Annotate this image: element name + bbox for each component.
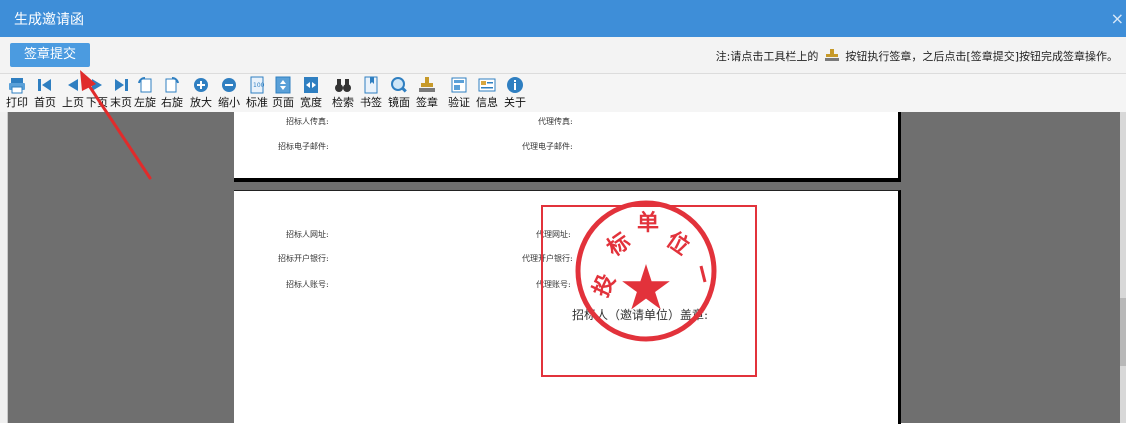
tenderer-bank-label: 招标开户银行:	[278, 254, 329, 263]
toolbar-label: 关于	[504, 96, 526, 109]
toolbar-button-1[interactable]: 首页	[34, 76, 56, 110]
toolbar-label: 检索	[332, 96, 354, 109]
toolbar-button-2[interactable]: 上页	[62, 76, 84, 110]
instruction-notice: 注:请点击工具栏上的 按钮执行签章，之后点击[签章提交]按钮完成签章操作。	[716, 48, 1118, 64]
stamp-icon	[419, 77, 435, 92]
notice-suffix: 按钮执行签章，之后点击[签章提交]按钮完成签章操作。	[845, 50, 1118, 63]
toolbar-button-9[interactable]: 100 标准	[246, 76, 268, 110]
toolbar-label: 缩小	[218, 96, 240, 109]
search-binoculars-icon	[335, 79, 351, 92]
toolbar-button-0[interactable]: 打印	[6, 76, 28, 110]
toolbar-label: 首页	[34, 96, 56, 109]
toolbar-label: 页面	[272, 96, 294, 109]
zoom-in-icon	[194, 78, 208, 92]
toolbar-label: 打印	[6, 96, 28, 109]
toolbar-label: 末页	[110, 96, 132, 109]
tenderer-website-label: 招标人网址:	[286, 230, 329, 239]
toolbar-label: 宽度	[300, 96, 322, 109]
printer-icon	[9, 78, 25, 94]
toolbar-button-16[interactable]: 验证	[448, 76, 470, 110]
rotate-left-icon	[138, 76, 152, 93]
toolbar-label: 镜面	[388, 96, 410, 109]
prev-page-icon	[68, 79, 78, 91]
toolbar-label: 签章	[416, 96, 438, 109]
notice-prefix: 注:请点击工具栏上的	[715, 50, 819, 63]
toolbar-button-18[interactable]: 关于	[504, 76, 526, 110]
seal-char: 标	[602, 228, 635, 262]
rotate-right-icon	[165, 76, 179, 93]
svg-text:100: 100	[253, 82, 265, 89]
close-icon[interactable]: ×	[1111, 9, 1124, 28]
sign-submit-button[interactable]: 签章提交	[10, 43, 90, 67]
fit-page-icon	[275, 76, 291, 94]
toolbar-button-12[interactable]: 检索	[332, 76, 354, 110]
window-titlebar: 生成邀请函 ×	[0, 0, 1126, 37]
toolbar-label: 标准	[246, 96, 268, 109]
toolbar-label: 书签	[360, 96, 382, 109]
agent-fax-label: 代理传真:	[538, 117, 573, 126]
tenderer-email-label: 招标电子邮件:	[278, 142, 329, 151]
bookmark-icon	[364, 76, 378, 94]
toolbar-button-13[interactable]: 书签	[360, 76, 382, 110]
company-seal: 投 标 单 位	[575, 200, 717, 342]
toolbar-label: 放大	[190, 96, 212, 109]
agent-email-label: 代理电子邮件:	[522, 142, 573, 151]
toolbar-label: 信息	[476, 96, 498, 109]
vertical-scrollbar[interactable]	[1120, 112, 1126, 423]
seal-char: 位	[661, 227, 694, 261]
toolbar-button-8[interactable]: 缩小	[218, 76, 240, 110]
toolbar-button-5[interactable]: 左旋	[134, 76, 156, 110]
toolbar-button-3[interactable]: 下页	[86, 76, 108, 110]
toolbar-button-11[interactable]: 宽度	[300, 76, 322, 110]
toolbar-label: 左旋	[134, 96, 156, 109]
last-page-icon	[115, 79, 128, 91]
actual-size-icon: 100	[250, 76, 265, 94]
zoom-out-icon	[222, 78, 236, 92]
info-card-icon	[478, 78, 496, 92]
toolbar-button-6[interactable]: 右旋	[161, 76, 183, 110]
seal-char: 单	[637, 210, 659, 236]
about-icon	[507, 77, 523, 93]
action-bar: 签章提交 注:请点击工具栏上的 按钮执行签章，之后点击[签章提交]按钮完成签章操…	[0, 37, 1126, 74]
tenderer-fax-label: 招标人传真:	[286, 117, 329, 126]
tenderer-account-label: 招标人账号:	[286, 280, 329, 289]
seal-char: 投	[588, 270, 621, 301]
stamp-icon	[824, 49, 839, 61]
first-page-icon	[38, 79, 51, 91]
window-title: 生成邀请函	[14, 12, 84, 28]
toolbar-button-14[interactable]: 镜面	[388, 76, 410, 110]
document-page-1: 招标人传真: 代理传真: 招标电子邮件: 代理电子邮件:	[234, 112, 901, 182]
toolbar-button-4[interactable]: 末页	[110, 76, 132, 110]
magnifier-icon	[391, 77, 407, 93]
toolbar-button-15[interactable]: 签章	[416, 76, 438, 110]
toolbar-label: 验证	[448, 96, 470, 109]
toolbar-button-7[interactable]: 放大	[190, 76, 212, 110]
scrollbar-thumb[interactable]	[1120, 298, 1126, 366]
fit-width-icon	[304, 77, 318, 93]
toolbar-label: 上页	[62, 96, 84, 109]
toolbar-label: 右旋	[161, 96, 183, 109]
left-panel-edge	[0, 112, 8, 423]
toolbar-button-10[interactable]: 页面	[272, 76, 294, 110]
viewer-toolbar: 打印 首页 上页 下页 末页 左旋 右旋 放大 缩小 100 标准 页面 宽度 检索 书签 镜面 签章 验证 信息关…	[0, 74, 1126, 113]
verify-icon	[451, 77, 467, 93]
next-page-icon	[92, 79, 102, 91]
toolbar-label: 下页	[86, 96, 108, 109]
toolbar-button-17[interactable]: 信息	[476, 76, 498, 110]
